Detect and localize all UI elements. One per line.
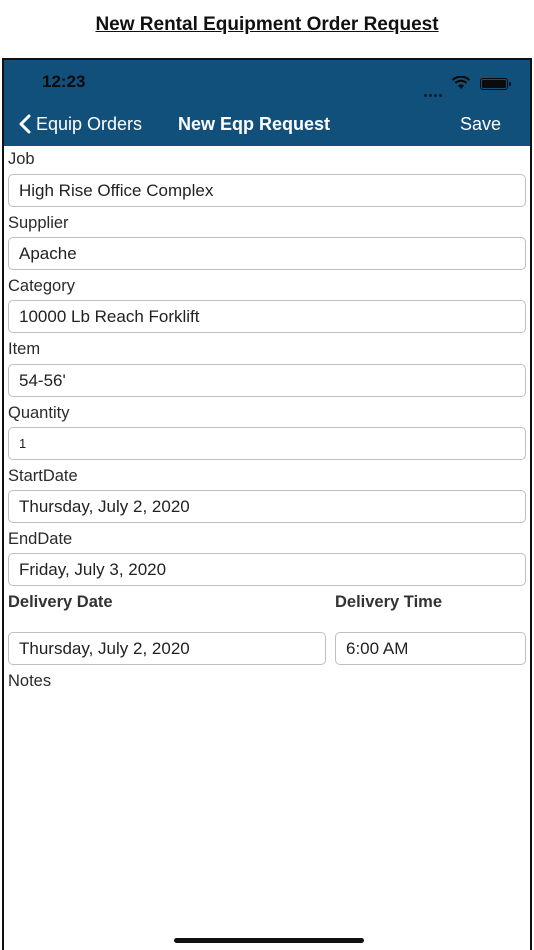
home-indicator[interactable] [174,938,364,943]
wifi-icon [451,76,471,89]
job-field[interactable]: High Rise Office Complex [8,174,526,207]
phone-screen: 12:23 Equip Orders New Eqp Request Save … [2,58,532,950]
supplier-field[interactable]: Apache [8,237,526,270]
item-field[interactable]: 54-56' [8,364,526,397]
category-label: Category [8,277,75,295]
quantity-label: Quantity [8,404,70,422]
save-button[interactable]: Save [460,114,501,135]
back-button[interactable]: Equip Orders [18,112,142,136]
delivery-time-label: Delivery Time [335,593,443,611]
document-title: New Rental Equipment Order Request [95,14,439,35]
quantity-field[interactable]: 1 [8,427,526,460]
end-date-label: EndDate [8,530,73,548]
job-label: Job [8,150,35,168]
start-date-label: StartDate [8,467,78,485]
status-time: 12:23 [42,72,86,91]
page-title: New Eqp Request [178,114,331,134]
start-date-field[interactable]: Thursday, July 2, 2020 [8,490,526,523]
chevron-left-icon [19,114,31,134]
signal-dots-icon [424,84,444,102]
back-button-label: Equip Orders [36,113,143,134]
delivery-time-field[interactable]: 6:00 AM [335,632,526,665]
delivery-date-field[interactable]: Thursday, July 2, 2020 [8,632,326,665]
delivery-date-label: Delivery Date [8,593,113,611]
status-bar: 12:23 [4,60,530,102]
item-label: Item [8,340,41,358]
battery-icon [480,78,511,90]
category-field[interactable]: 10000 Lb Reach Forklift [8,300,526,333]
end-date-field[interactable]: Friday, July 3, 2020 [8,553,526,586]
supplier-label: Supplier [8,214,69,232]
navigation-bar: Equip Orders New Eqp Request Save [4,102,530,146]
notes-label: Notes [8,672,52,690]
